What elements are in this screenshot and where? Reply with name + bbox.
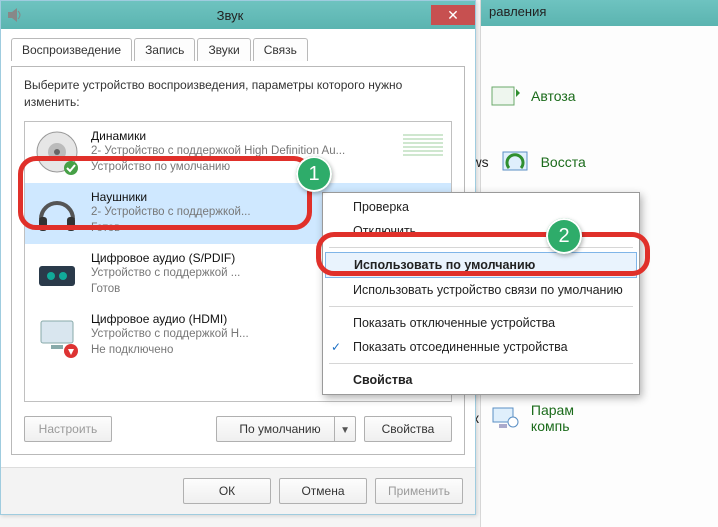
tab-communications[interactable]: Связь — [253, 38, 308, 61]
bg-item-system[interactable]: ок Парам компь — [489, 402, 710, 434]
annotation-badge-2: 2 — [546, 218, 582, 254]
device-name: Динамики — [91, 128, 397, 144]
level-meter — [403, 134, 443, 170]
chevron-down-icon[interactable]: ▼ — [340, 425, 350, 436]
dialog-footer: ОК Отмена Применить — [1, 467, 475, 514]
bg-title: равления — [481, 0, 718, 26]
close-button[interactable]: ✕ — [431, 5, 475, 25]
ctx-set-default[interactable]: Использовать по умолчанию — [325, 252, 637, 278]
tab-playback[interactable]: Воспроизведение — [11, 38, 132, 61]
ctx-set-comm-default[interactable]: Использовать устройство связи по умолчан… — [323, 278, 639, 302]
ctx-show-disconnected[interactable]: ✓ Показать отсоединенные устройства — [323, 335, 639, 359]
headphones-icon — [33, 189, 81, 237]
recovery-icon — [499, 146, 531, 178]
hdmi-icon — [33, 311, 81, 359]
configure-button[interactable]: Настроить — [24, 416, 112, 442]
dialog-title: Звук — [29, 8, 431, 23]
ctx-properties[interactable]: Свойства — [323, 368, 639, 392]
sound-icon — [7, 7, 23, 23]
ctx-separator — [329, 247, 633, 248]
titlebar[interactable]: Звук ✕ — [1, 1, 475, 29]
check-icon: ✓ — [331, 340, 341, 354]
ctx-show-disabled[interactable]: Показать отключенные устройства — [323, 311, 639, 335]
context-menu: Проверка Отключить Использовать по умолч… — [322, 192, 640, 395]
cancel-button[interactable]: Отмена — [279, 478, 367, 504]
spdif-icon — [33, 250, 81, 298]
tab-strip: Воспроизведение Запись Звуки Связь — [11, 37, 465, 60]
properties-button[interactable]: Свойства — [364, 416, 452, 442]
ctx-test[interactable]: Проверка — [323, 195, 639, 219]
ctx-separator — [329, 363, 633, 364]
autoplay-icon — [489, 80, 521, 112]
close-icon: ✕ — [447, 8, 459, 22]
speaker-icon — [33, 128, 81, 176]
tab-recording[interactable]: Запись — [134, 38, 195, 61]
ctx-separator — [329, 306, 633, 307]
ctx-disable[interactable]: Отключить — [323, 219, 639, 243]
bg-item-autoplay[interactable]: Автоза — [489, 80, 710, 112]
annotation-badge-1: 1 — [296, 156, 332, 192]
instruction-text: Выберите устройство воспроизведения, пар… — [24, 77, 452, 111]
device-speakers[interactable]: Динамики 2- Устройство с поддержкой High… — [25, 122, 451, 183]
system-icon — [489, 402, 521, 434]
bg-item-recovery[interactable]: indows Восста — [489, 146, 710, 178]
tab-sounds[interactable]: Звуки — [197, 38, 250, 61]
set-default-button[interactable]: По умолчанию ▼ — [216, 416, 356, 442]
ok-button[interactable]: ОК — [183, 478, 271, 504]
apply-button[interactable]: Применить — [375, 478, 463, 504]
